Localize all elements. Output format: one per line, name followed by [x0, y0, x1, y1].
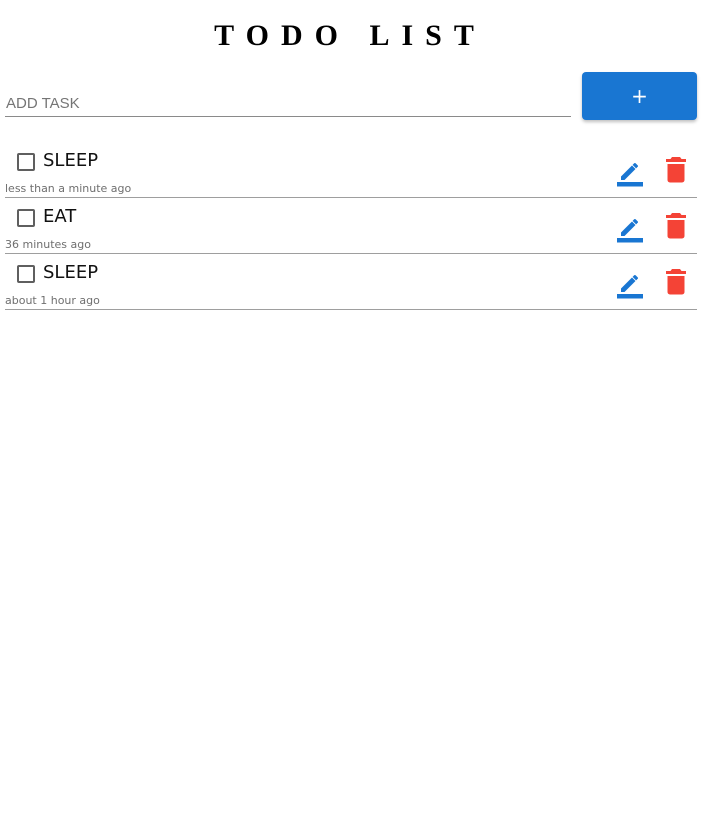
task-timestamp: 36 minutes ago — [5, 238, 91, 251]
task-checkbox[interactable] — [17, 265, 35, 283]
edit-task-button[interactable] — [617, 213, 645, 243]
todo-app: TODO LIST + SLEEP less than a minute ago — [0, 0, 704, 823]
task-row: SLEEP about 1 hour ago — [5, 254, 697, 310]
task-timestamp: less than a minute ago — [5, 182, 132, 195]
task-checkbox[interactable] — [17, 153, 35, 171]
delete-task-button[interactable] — [665, 268, 687, 296]
task-row: EAT 36 minutes ago — [5, 198, 697, 254]
edit-task-button[interactable] — [617, 157, 645, 187]
delete-task-button[interactable] — [665, 212, 687, 240]
task-list: SLEEP less than a minute ago EAT 36 minu… — [5, 142, 697, 310]
trash-icon — [665, 268, 687, 296]
add-task-input[interactable] — [5, 90, 571, 117]
pencil-icon — [617, 157, 645, 187]
task-checkbox[interactable] — [17, 209, 35, 227]
task-timestamp: about 1 hour ago — [5, 294, 100, 307]
trash-icon — [665, 156, 687, 184]
task-row: SLEEP less than a minute ago — [5, 142, 697, 198]
add-task-row: + — [5, 72, 697, 122]
pencil-icon — [617, 269, 645, 299]
add-task-button[interactable]: + — [582, 72, 697, 120]
edit-task-button[interactable] — [617, 269, 645, 299]
delete-task-button[interactable] — [665, 156, 687, 184]
task-text: SLEEP — [43, 150, 99, 171]
pencil-icon — [617, 213, 645, 243]
task-text: SLEEP — [43, 262, 99, 283]
trash-icon — [665, 212, 687, 240]
page-title: TODO LIST — [214, 19, 486, 52]
task-text: EAT — [43, 206, 77, 227]
